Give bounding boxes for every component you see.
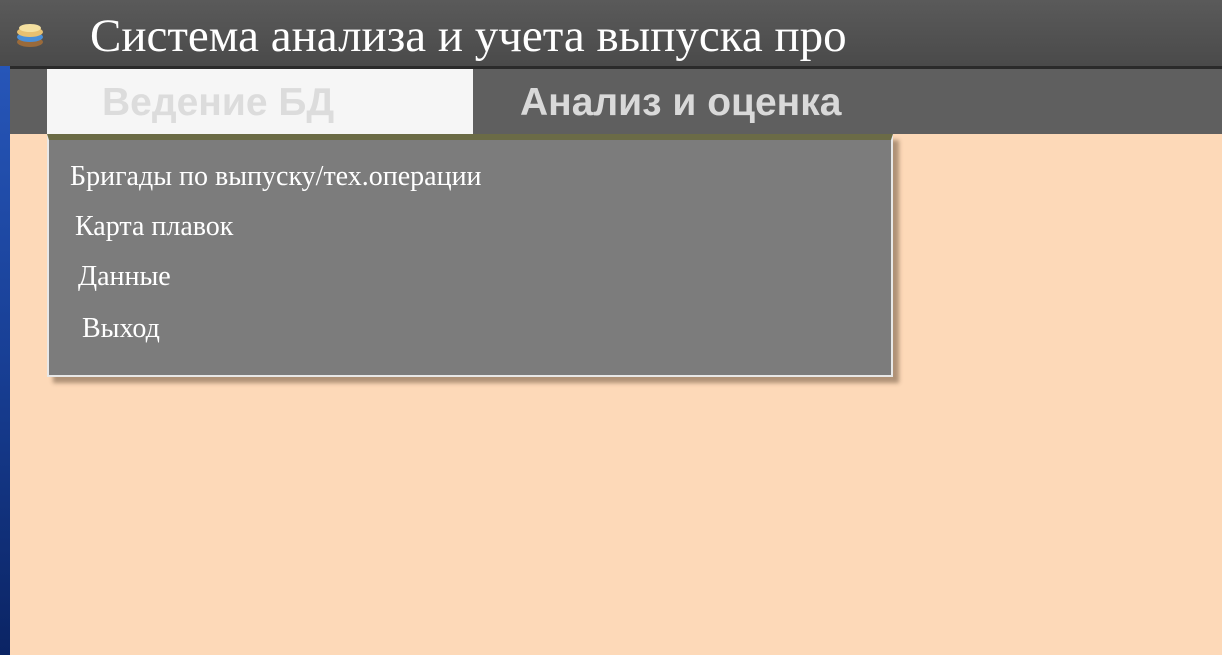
dropdown-item-heat-map[interactable]: Карта плавок (75, 210, 233, 244)
dropdown-item-data[interactable]: Данные (78, 260, 171, 294)
dropdown-item-brigades[interactable]: Бригады по выпуску/тех.операции (70, 160, 482, 194)
menu-bar: Ведение БД Анализ и оценка (10, 69, 1222, 134)
menu-item-analysis[interactable]: Анализ и оценка (502, 69, 859, 134)
title-bar: Система анализа и учета выпуска про (0, 0, 1222, 66)
database-dropdown-menu: Бригады по выпуску/тех.операции Карта пл… (47, 134, 893, 377)
window-title: Система анализа и учета выпуска про (90, 10, 847, 62)
desktop-background-strip (0, 0, 10, 655)
layered-database-icon (15, 22, 45, 48)
menu-item-database[interactable]: Ведение БД (47, 69, 473, 134)
dropdown-item-exit[interactable]: Выход (82, 312, 160, 346)
